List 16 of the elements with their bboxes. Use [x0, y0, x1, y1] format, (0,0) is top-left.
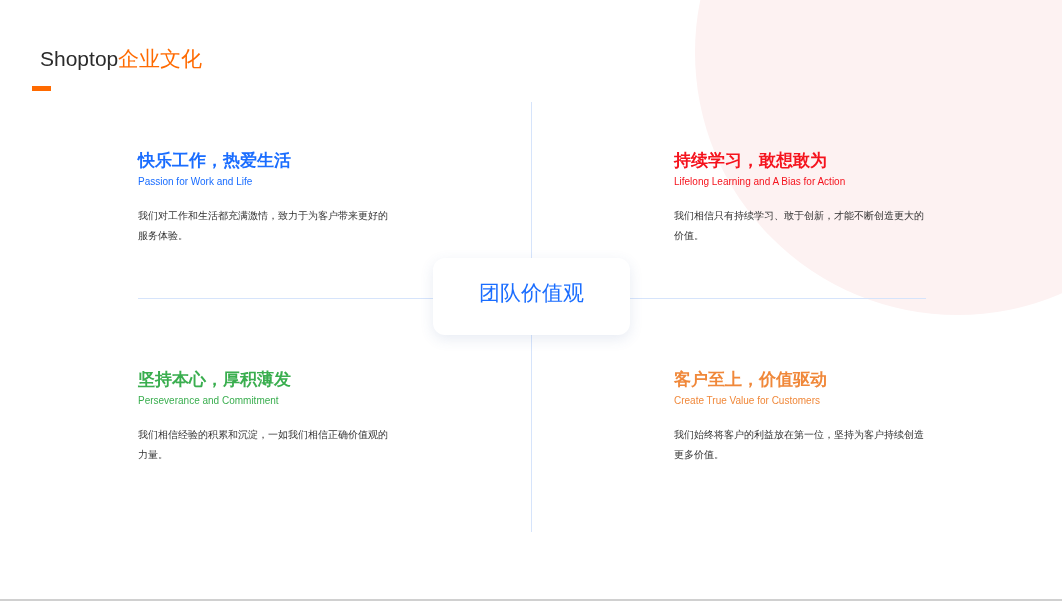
value-title: 坚持本心，厚积薄发: [138, 368, 292, 390]
value-title: 快乐工作，热爱生活: [138, 149, 292, 171]
value-title: 持续学习，敢想敢为: [674, 149, 828, 171]
value-description: 我们相信经验的积累和沉淀，一如我们相信正确价值观的力量。: [138, 428, 389, 462]
value-subtitle: Passion for Work and Life: [138, 176, 254, 188]
card-title: 团队价值观: [478, 280, 585, 307]
section-title: 企业文化: [118, 47, 203, 70]
accent-bar: [32, 86, 51, 91]
value-description: 我们始终将客户的利益放在第一位，坚持为客户持续创造更多价值。: [674, 428, 925, 462]
value-title: 客户至上，价值驱动: [674, 368, 828, 390]
brand-name: Shoptop: [40, 47, 119, 70]
value-subtitle: Create True Value for Customers: [674, 395, 821, 407]
value-description: 我们对工作和生活都充满激情，致力于为客户带来更好的服务体验。: [138, 209, 389, 243]
value-subtitle: Perseverance and Commitment: [138, 395, 280, 407]
value-subtitle: Lifelong Learning and A Bias for Action: [674, 176, 847, 188]
value-description: 我们相信只有持续学习、敢于创新，才能不断创造更大的价值。: [674, 209, 925, 243]
